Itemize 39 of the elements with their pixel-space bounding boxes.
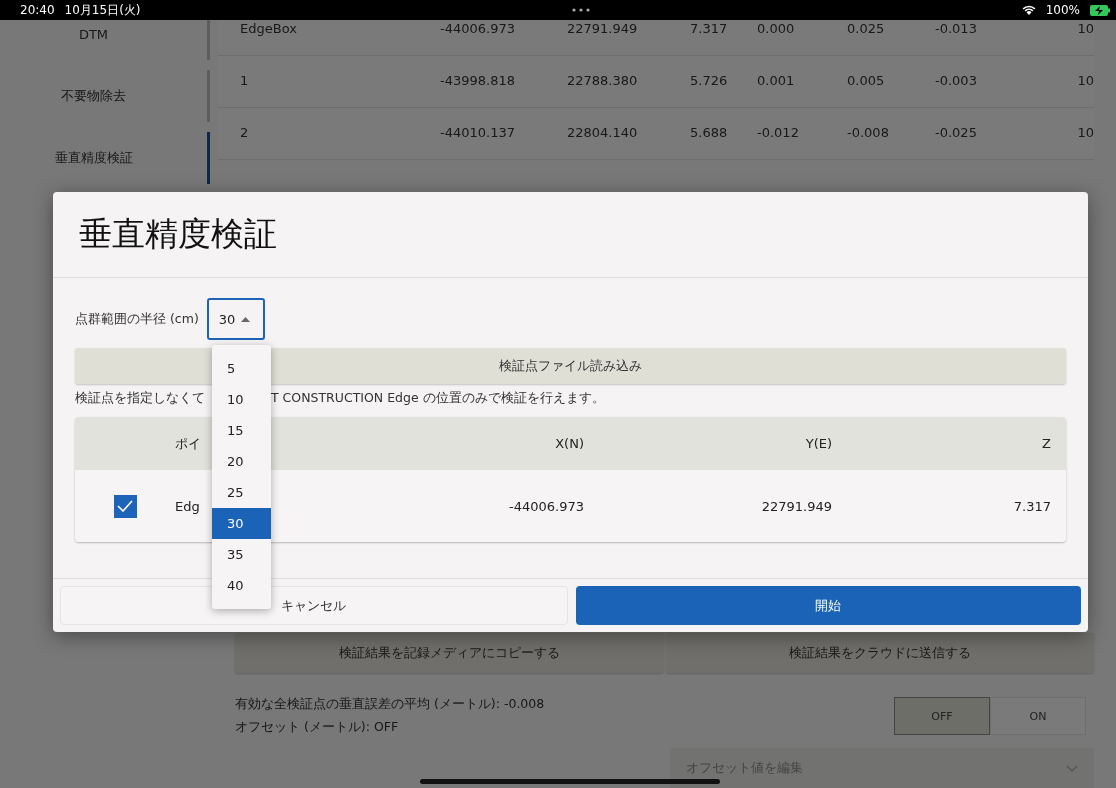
note-text: 検証点を指定しなくて	[75, 390, 205, 407]
column-header: ポイ	[175, 434, 202, 453]
table-cell-text: -0.012	[757, 125, 800, 142]
table-cell-text: -0.008	[847, 125, 890, 142]
column-header: Z	[1041, 436, 1051, 451]
table-cell-text: 0.000	[757, 21, 796, 38]
table-cell-text: 1	[240, 73, 250, 90]
table-cell-text: -44010.137	[440, 125, 516, 142]
table-cell-text: 5.688	[690, 125, 729, 142]
table-cell-text: 0.005	[847, 73, 886, 90]
battery-percent: 100%	[1045, 3, 1080, 17]
summary-text: オフセット (メートル): OFF	[235, 719, 400, 736]
table-cell-text: 22791.949	[760, 498, 832, 514]
column-header: Y(E)	[804, 436, 832, 451]
table-cell-text: 22788.380	[567, 73, 639, 90]
table-cell-text: 5.726	[690, 73, 729, 90]
table-cell-text: 22791.949	[567, 21, 639, 38]
radius-label: 点群範囲の半径 (cm)	[75, 310, 199, 328]
table-cell-text: 2	[240, 125, 250, 142]
table-cell-text: -44006.973	[508, 498, 584, 514]
table-cell-text: 7.317	[1012, 498, 1051, 514]
table-cell-text: -0.025	[935, 125, 978, 142]
note-text: T CONSTRUCTION Edge の位置のみで検証を行えます。	[271, 390, 605, 407]
table-cell-text: -0.013	[935, 21, 978, 38]
table-cell-text: 10	[1076, 73, 1094, 90]
table-cell-text: -0.003	[935, 73, 978, 90]
table-cell-text: 10	[1076, 125, 1094, 142]
table-cell-text: -44006.973	[440, 21, 516, 38]
table-cell-text: 0.001	[757, 73, 796, 90]
table-cell-text: -43998.818	[440, 73, 516, 90]
dialog-title: 垂直精度検証	[79, 213, 277, 255]
column-header: X(N)	[554, 436, 584, 451]
table-cell-text: 10	[1076, 21, 1094, 38]
table-cell-text: 0.025	[847, 21, 886, 38]
summary-text: 有効な全検証点の垂直誤差の平均 (メートル): -0.008	[235, 696, 545, 713]
table-cell-text: 7.317	[690, 21, 729, 38]
table-cell-text: 22804.140	[567, 125, 639, 142]
table-cell-text: Edg	[175, 498, 201, 514]
table-cell-text: EdgeBox	[240, 21, 298, 38]
